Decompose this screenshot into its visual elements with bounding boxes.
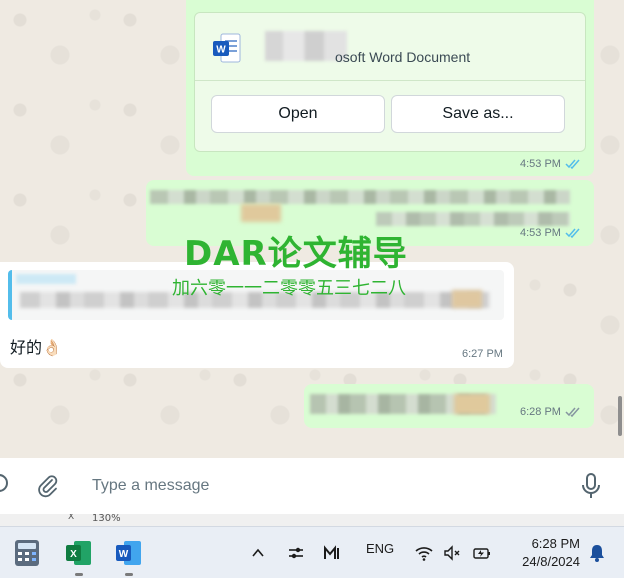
emoji-icon[interactable]	[0, 474, 8, 492]
blurred-quote-text	[20, 292, 490, 308]
delivered-tick-icon	[565, 407, 580, 417]
word-app-icon[interactable]: W	[116, 539, 142, 567]
document-card[interactable]: W osoft Word Document Open Save as...	[194, 12, 586, 152]
word-file-icon: W	[213, 33, 241, 63]
message-time: 6:27 PM	[462, 348, 503, 360]
svg-text:X: X	[70, 549, 77, 560]
close-glyph: X	[68, 514, 75, 522]
open-button[interactable]: Open	[211, 95, 385, 133]
quoted-message[interactable]	[8, 270, 504, 320]
message-input[interactable]	[80, 466, 560, 506]
wifi-icon[interactable]	[414, 543, 434, 563]
message-time: 4:53 PM	[520, 227, 561, 239]
incoming-message: 好的👌🏻 6:27 PM	[0, 262, 514, 368]
blurred-text	[150, 190, 570, 204]
document-message: W osoft Word Document Open Save as... 4:…	[186, 0, 594, 176]
clock-date: 24/8/2024	[522, 554, 580, 569]
background-window-strip: X 130%	[0, 514, 624, 526]
app-running-indicator	[75, 573, 83, 576]
calculator-app-icon[interactable]	[14, 539, 40, 567]
zoom-level: 130%	[92, 514, 121, 524]
save-as-button[interactable]: Save as...	[391, 95, 565, 133]
battery-charging-icon[interactable]	[472, 543, 492, 563]
read-tick-icon	[565, 228, 580, 238]
blurred-text	[376, 212, 570, 226]
chat-area: W osoft Word Document Open Save as... 4:…	[0, 0, 624, 458]
blurred-emoji	[452, 290, 482, 308]
message-composer	[0, 458, 624, 514]
svg-text:W: W	[216, 45, 226, 56]
outgoing-message: 6:28 PM	[304, 384, 594, 428]
chat-scrollbar[interactable]	[618, 396, 622, 436]
taskbar: X W ENG 6:28 PM 24/8/2024	[0, 526, 624, 578]
message-meta: 4:53 PM	[520, 227, 581, 239]
blurred-emoji	[241, 204, 281, 222]
outgoing-message: 4:53 PM	[146, 180, 594, 246]
app-tray-icon[interactable]	[322, 543, 342, 563]
message-time: 4:53 PM	[520, 158, 561, 170]
attach-icon[interactable]	[36, 474, 60, 498]
app-running-indicator	[125, 573, 133, 576]
notification-bell-icon[interactable]	[588, 543, 606, 563]
blurred-quote-author	[16, 274, 76, 284]
speaker-muted-icon[interactable]	[442, 543, 462, 563]
blurred-emoji	[454, 394, 490, 414]
clock-time: 6:28 PM	[531, 536, 580, 551]
message-text: 好的👌🏻	[10, 338, 62, 357]
document-type: osoft Word Document	[335, 49, 471, 65]
message-time: 6:28 PM	[520, 406, 561, 418]
microphone-icon[interactable]	[580, 472, 602, 500]
message-meta: 6:28 PM	[520, 406, 581, 418]
language-indicator[interactable]: ENG	[366, 541, 394, 556]
chevron-up-icon[interactable]	[248, 543, 268, 563]
message-meta: 4:53 PM	[520, 158, 581, 170]
excel-app-icon[interactable]: X	[66, 539, 92, 567]
settings-sliders-icon[interactable]	[286, 543, 306, 563]
message-meta: 6:27 PM	[462, 348, 503, 360]
document-header: W osoft Word Document	[195, 13, 585, 81]
svg-text:W: W	[119, 549, 129, 560]
system-clock[interactable]: 6:28 PM 24/8/2024	[510, 535, 580, 571]
read-tick-icon	[565, 159, 580, 169]
